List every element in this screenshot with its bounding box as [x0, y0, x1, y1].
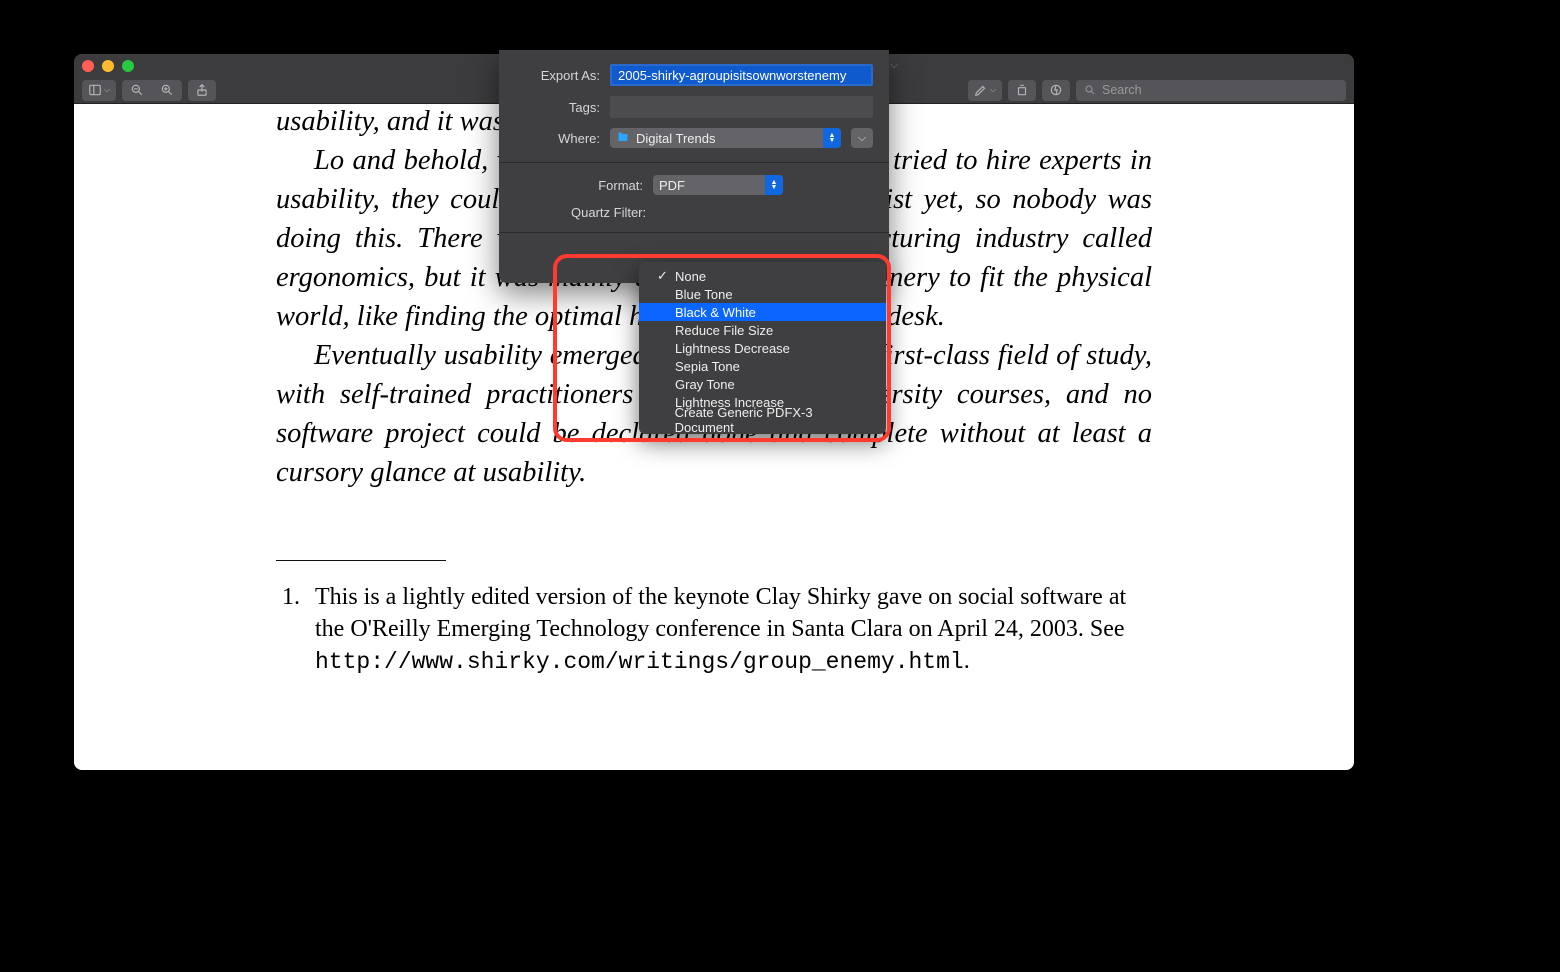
option-label: Black & White — [675, 305, 756, 320]
zoom-button[interactable] — [122, 60, 134, 72]
quartz-filter-label: Quartz Filter: — [571, 205, 646, 220]
quartz-filter-option[interactable]: Gray Tone — [639, 375, 886, 393]
option-label: Sepia Tone — [675, 359, 740, 374]
option-label: Create Generic PDFX-3 Document — [675, 405, 868, 435]
export-filename-field[interactable]: 2005-shirky-agroupisitsownworstenemy — [610, 64, 873, 86]
window-controls — [82, 60, 134, 72]
sidebar-toggle-button[interactable]: ⌵ — [82, 80, 116, 101]
option-label: Gray Tone — [675, 377, 735, 392]
search-placeholder: Search — [1102, 83, 1142, 97]
quartz-filter-option[interactable]: Blue Tone — [639, 285, 886, 303]
minimize-button[interactable] — [102, 60, 114, 72]
share-button[interactable] — [188, 80, 216, 101]
folder-icon — [616, 130, 630, 146]
check-icon: ✓ — [657, 268, 667, 284]
footnote-1: 1. This is a lightly edited version of t… — [276, 582, 1152, 678]
format-label: Format: — [515, 178, 643, 193]
search-icon — [1084, 84, 1096, 96]
footnote-body: This is a lightly edited version of the … — [315, 582, 1152, 678]
tags-label: Tags: — [515, 100, 600, 115]
option-label: Reduce File Size — [675, 323, 773, 338]
quartz-filter-option[interactable]: Reduce File Size — [639, 321, 886, 339]
format-select[interactable]: PDF ▲▼ — [653, 175, 783, 195]
tags-field[interactable] — [610, 96, 873, 118]
where-select[interactable]: Digital Trends ▲▼ — [610, 128, 841, 148]
export-as-label: Export As: — [515, 68, 600, 83]
zoom-group — [122, 80, 182, 101]
export-sheet: Export As: 2005-shirky-agroupisitsownwor… — [499, 50, 889, 283]
zoom-in-button[interactable] — [152, 80, 182, 101]
select-arrows-icon: ▲▼ — [765, 175, 783, 195]
search-field[interactable]: Search — [1076, 80, 1346, 101]
quartz-filter-option[interactable]: Create Generic PDFX-3 Document — [639, 411, 886, 429]
quartz-filter-option[interactable]: Black & White — [639, 303, 886, 321]
where-label: Where: — [515, 131, 600, 146]
footnote-number: 1. — [276, 582, 300, 678]
quartz-filter-menu[interactable]: ✓ None Blue Tone Black & White Reduce File S… — [639, 262, 886, 434]
chevron-down-icon: ⌵ — [890, 59, 898, 72]
option-label: Blue Tone — [675, 287, 733, 302]
option-label: None — [675, 269, 706, 284]
option-label: Lightness Decrease — [675, 341, 790, 356]
rotate-button[interactable] — [1008, 80, 1036, 101]
footnote-area: 1. This is a lightly edited version of t… — [276, 560, 1152, 678]
quartz-filter-option[interactable]: ✓ None — [639, 267, 886, 285]
expand-where-button[interactable]: ⌵ — [851, 128, 873, 148]
footnote-url: http://www.shirky.com/writings/group_ene… — [315, 649, 964, 675]
markup-toolbar-button[interactable] — [1042, 80, 1070, 101]
select-arrows-icon: ▲▼ — [823, 128, 841, 148]
close-button[interactable] — [82, 60, 94, 72]
zoom-out-button[interactable] — [122, 80, 152, 101]
markup-button[interactable]: ⌵ — [968, 80, 1002, 101]
quartz-filter-option[interactable]: Lightness Decrease — [639, 339, 886, 357]
quartz-filter-option[interactable]: Sepia Tone — [639, 357, 886, 375]
footnote-separator — [276, 560, 446, 561]
